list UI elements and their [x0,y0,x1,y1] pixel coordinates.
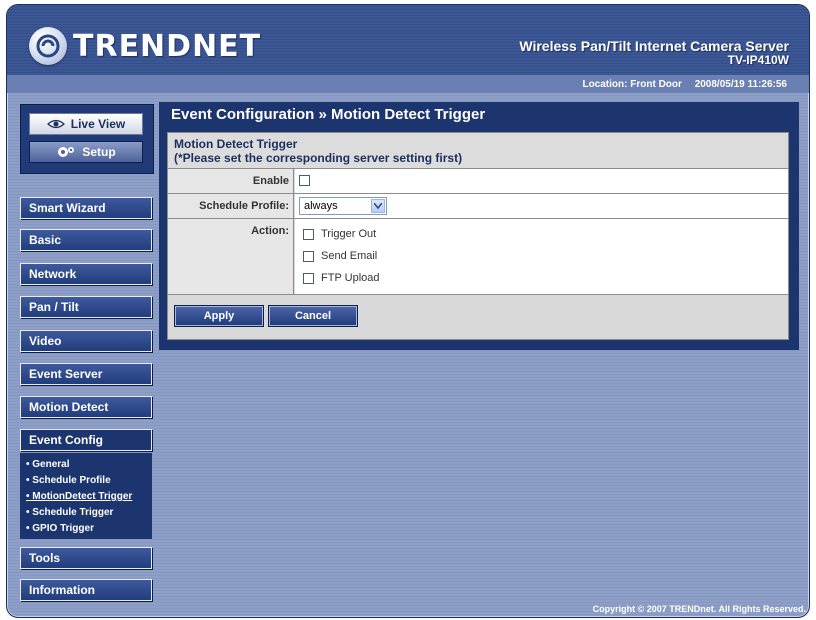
menu-event-config[interactable]: Event Config [20,429,152,451]
schedule-value: always [304,200,338,212]
location-bar: Location: Front Door 2008/05/19 11:26:56 [572,79,787,90]
apply-button[interactable]: Apply [174,305,264,327]
setup-label: Setup [82,145,116,159]
gear-icon [58,147,75,157]
trigger-out-checkbox[interactable] [303,229,314,240]
logo: TRENDNET [29,27,261,65]
submenu-general[interactable]: • General [26,457,152,473]
menu-information[interactable]: Information [20,579,152,601]
eye-icon [46,119,65,129]
live-view-label: Live View [70,117,126,131]
enable-field [295,169,788,193]
ftp-upload-label: FTP Upload [321,272,380,284]
section-title: Motion Detect Trigger [174,137,298,151]
menu-tools[interactable]: Tools [20,547,152,569]
product-model: TV-IP410W [727,53,789,67]
header: TRENDNET Wireless Pan/Tilt Internet Came… [7,5,809,93]
section-note: (*Please set the corresponding server se… [174,151,463,165]
enable-checkbox[interactable] [299,175,310,186]
location-text: Location: Front Door [582,79,682,90]
enable-row: Enable [168,169,788,194]
send-email-label: Send Email [321,250,378,262]
schedule-field: always [295,194,788,218]
logo-icon [29,27,67,65]
action-label: Action: [168,219,294,294]
schedule-row: Schedule Profile: always [168,194,788,219]
menu-video[interactable]: Video [20,330,152,352]
section-header: Motion Detect Trigger (*Please set the c… [168,133,788,169]
submenu-schedule-profile[interactable]: • Schedule Profile [26,473,152,489]
form-panel: Motion Detect Trigger (*Please set the c… [167,132,789,340]
chevron-down-icon[interactable] [371,199,385,213]
submenu-motiondetect-trigger[interactable]: • MotionDetect Trigger [26,489,152,505]
menu-basic[interactable]: Basic [20,229,152,251]
logo-text: TRENDNET [73,28,262,64]
menu-network[interactable]: Network [20,263,152,285]
cancel-button[interactable]: Cancel [268,305,358,327]
menu-smart-wizard[interactable]: Smart Wizard [20,197,152,219]
submenu-gpio-trigger[interactable]: • GPIO Trigger [26,521,152,537]
main-panel: Event Configuration » Motion Detect Trig… [159,102,799,350]
submenu-schedule-trigger[interactable]: • Schedule Trigger [26,505,152,521]
event-config-submenu: • General • Schedule Profile • MotionDet… [20,453,152,539]
live-view-button[interactable]: Live View [29,113,143,135]
view-mode-box: Live View Setup [20,104,154,174]
schedule-label: Schedule Profile: [168,194,294,218]
menu-event-server[interactable]: Event Server [20,363,152,385]
menu-motion-detect[interactable]: Motion Detect [20,396,152,418]
product-name: Wireless Pan/Tilt Internet Camera Server [519,38,789,54]
action-row: Action: Trigger Out Send Email FTP Uploa… [168,219,788,295]
button-bar: Apply Cancel [168,295,788,339]
ftp-upload-checkbox[interactable] [303,273,314,284]
copyright-footer: Copyright © 2007 TRENDnet. All Rights Re… [592,604,806,614]
menu-pan-tilt[interactable]: Pan / Tilt [20,296,152,318]
send-email-checkbox[interactable] [303,251,314,262]
action-field: Trigger Out Send Email FTP Upload [295,219,788,294]
enable-label: Enable [168,169,294,193]
product-title: Wireless Pan/Tilt Internet Camera Server… [519,39,789,67]
trigger-out-label: Trigger Out [321,228,377,240]
datetime-text: 2008/05/19 11:26:56 [694,79,787,90]
schedule-select[interactable]: always [299,197,387,215]
page-title: Event Configuration » Motion Detect Trig… [171,106,486,123]
setup-button[interactable]: Setup [29,141,143,163]
